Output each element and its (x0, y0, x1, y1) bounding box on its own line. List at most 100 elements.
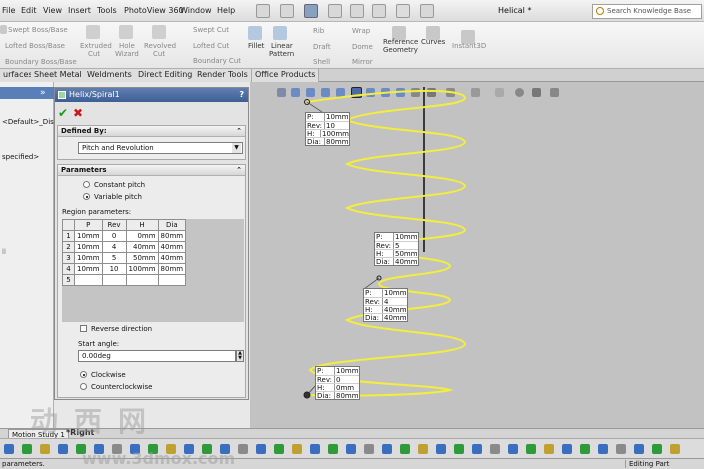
region-callout-1[interactable]: P: 10mm Rev: 0 H: 0mm Dia: 80mm (315, 366, 360, 400)
counterclockwise-radio[interactable]: Counterclockwise (80, 383, 152, 391)
sketch-tool-icon[interactable] (562, 444, 572, 454)
cell-height[interactable] (125, 274, 159, 286)
cell-revolution[interactable]: 0 (101, 230, 127, 242)
swept-cut-button[interactable]: Swept Cut (193, 26, 229, 34)
defined-by-header[interactable]: Defined By: ⌃ (58, 126, 245, 137)
sketch-tool-icon[interactable] (508, 444, 518, 454)
start-angle-input[interactable]: 0.00deg (78, 350, 236, 362)
linear-pattern-label-2[interactable]: Pattern (269, 50, 294, 58)
sketch-tool-icon[interactable] (256, 444, 266, 454)
save-icon[interactable] (304, 4, 318, 18)
sketch-tool-icon[interactable] (634, 444, 644, 454)
menu-insert[interactable]: Insert (68, 6, 91, 15)
cell-diameter[interactable]: 40mm (157, 252, 187, 264)
region-callout-3[interactable]: P: 10mm Rev: 5 H: 50mm Dia: 40mm (374, 232, 419, 266)
linear-pattern-label-1[interactable]: Linear (271, 42, 293, 50)
cell-height[interactable]: 40mm (125, 241, 159, 253)
cell-diameter[interactable]: 40mm (157, 241, 187, 253)
cell-diameter[interactable]: 80mm (157, 230, 187, 242)
tree-item-partial[interactable]: ll (2, 248, 6, 256)
cell-pitch[interactable]: 10mm (74, 230, 103, 242)
tab-office-products[interactable]: Office Products (252, 69, 320, 82)
menu-photoview[interactable]: PhotoView 360 (124, 6, 184, 15)
cell-revolution[interactable]: 10 (101, 263, 127, 275)
sketch-tool-icon[interactable] (346, 444, 356, 454)
cell-diameter[interactable] (157, 274, 187, 286)
options-icon[interactable] (420, 4, 434, 18)
rebuild-icon[interactable] (396, 4, 410, 18)
callout-height[interactable]: 0mm (335, 384, 359, 392)
cell-pitch[interactable]: 10mm (74, 252, 103, 264)
shell-button[interactable]: Shell (313, 58, 330, 66)
curves-button[interactable]: Curves (421, 38, 445, 46)
callout-pitch[interactable]: 10mm (394, 233, 418, 241)
callout-diameter[interactable]: 80mm (325, 138, 349, 146)
cell-pitch[interactable]: 10mm (74, 241, 103, 253)
tab-weldments[interactable]: Weldments (84, 69, 136, 82)
search-input[interactable]: Search Knowledge Base (592, 4, 702, 19)
sketch-tool-icon[interactable] (436, 444, 446, 454)
cell-height[interactable]: 100mm (125, 263, 159, 275)
sketch-tool-icon[interactable] (4, 444, 14, 454)
defined-by-select[interactable]: Pitch and Revolution ▼ (78, 142, 243, 154)
fillet-button[interactable]: Fillet (248, 42, 264, 50)
callout-revolution[interactable]: 4 (383, 298, 407, 306)
sketch-tool-icon[interactable] (40, 444, 50, 454)
sketch-tool-icon[interactable] (580, 444, 590, 454)
help-icon[interactable]: ? (239, 88, 244, 102)
extruded-cut-label-1[interactable]: Extruded (80, 42, 112, 50)
undo-icon[interactable] (350, 4, 364, 18)
callout-height[interactable]: 40mm (383, 306, 407, 314)
menu-edit[interactable]: Edit (21, 6, 37, 15)
instant3d-button[interactable]: Instant3D (452, 42, 486, 50)
graphics-viewport[interactable]: P: 10mm Rev: 10 H: 100mm Dia: 80mm P: 10mm Re… (250, 82, 704, 430)
expand-chevron-icon[interactable]: » (40, 88, 46, 98)
sketch-tool-icon[interactable] (418, 444, 428, 454)
reverse-direction-checkbox[interactable]: Reverse direction (80, 325, 152, 333)
region-callout-2[interactable]: P: 10mm Rev: 4 H: 40mm Dia: 40mm (363, 288, 408, 322)
hole-wizard-label-1[interactable]: Hole (119, 42, 135, 50)
sketch-tool-icon[interactable] (472, 444, 482, 454)
cell-revolution[interactable] (101, 274, 127, 286)
sketch-tool-icon[interactable] (310, 444, 320, 454)
cell-height[interactable]: 50mm (125, 252, 159, 264)
parameters-header[interactable]: Parameters ⌃ (58, 165, 245, 176)
callout-diameter[interactable]: 40mm (394, 258, 418, 266)
cell-revolution[interactable]: 4 (101, 241, 127, 253)
reference-geometry-label-1[interactable]: Reference (383, 38, 418, 46)
tab-render-tools[interactable]: Render Tools (194, 69, 252, 82)
sketch-tool-icon[interactable] (490, 444, 500, 454)
menu-help[interactable]: Help (217, 6, 235, 15)
region-callout-4[interactable]: P: 10mm Rev: 10 H: 100mm Dia: 80mm (305, 112, 350, 146)
reference-geometry-label-2[interactable]: Geometry (383, 46, 418, 54)
open-icon[interactable] (280, 4, 294, 18)
sketch-tool-icon[interactable] (274, 444, 284, 454)
cell-revolution[interactable]: 5 (101, 252, 127, 264)
menu-window[interactable]: Window (180, 6, 212, 15)
collapse-icon[interactable]: ⌃ (236, 165, 242, 176)
table-row[interactable]: 2 10mm 4 40mm 40mm (62, 241, 187, 253)
sketch-tool-icon[interactable] (616, 444, 626, 454)
sketch-tool-icon[interactable] (598, 444, 608, 454)
callout-height[interactable]: 100mm (321, 130, 349, 138)
select-icon[interactable] (372, 4, 386, 18)
extruded-cut-label-2[interactable]: Cut (88, 50, 100, 58)
new-document-icon[interactable] (256, 4, 270, 18)
dome-button[interactable]: Dome (352, 43, 373, 51)
tree-item-material[interactable]: specified> (2, 153, 39, 161)
ok-button[interactable]: ✔ (58, 106, 68, 120)
callout-revolution[interactable]: 0 (335, 376, 359, 384)
sketch-tool-icon[interactable] (526, 444, 536, 454)
lofted-boss-button[interactable]: Lofted Boss/Base (5, 42, 65, 50)
boundary-boss-button[interactable]: Boundary Boss/Base (5, 58, 77, 66)
tab-sheet-metal[interactable]: Sheet Metal (31, 69, 86, 82)
print-icon[interactable] (328, 4, 342, 18)
menu-file[interactable]: File (2, 6, 15, 15)
swept-boss-button[interactable]: Swept Boss/Base (8, 26, 68, 34)
tree-item-display-state[interactable]: <Default>_Disp (2, 118, 58, 126)
revolved-cut-label-1[interactable]: Revolved (144, 42, 176, 50)
sketch-tool-icon[interactable] (238, 444, 248, 454)
draft-button[interactable]: Draft (313, 43, 331, 51)
cancel-button[interactable]: ✖ (73, 106, 83, 120)
cell-height[interactable]: 0mm (125, 230, 159, 242)
